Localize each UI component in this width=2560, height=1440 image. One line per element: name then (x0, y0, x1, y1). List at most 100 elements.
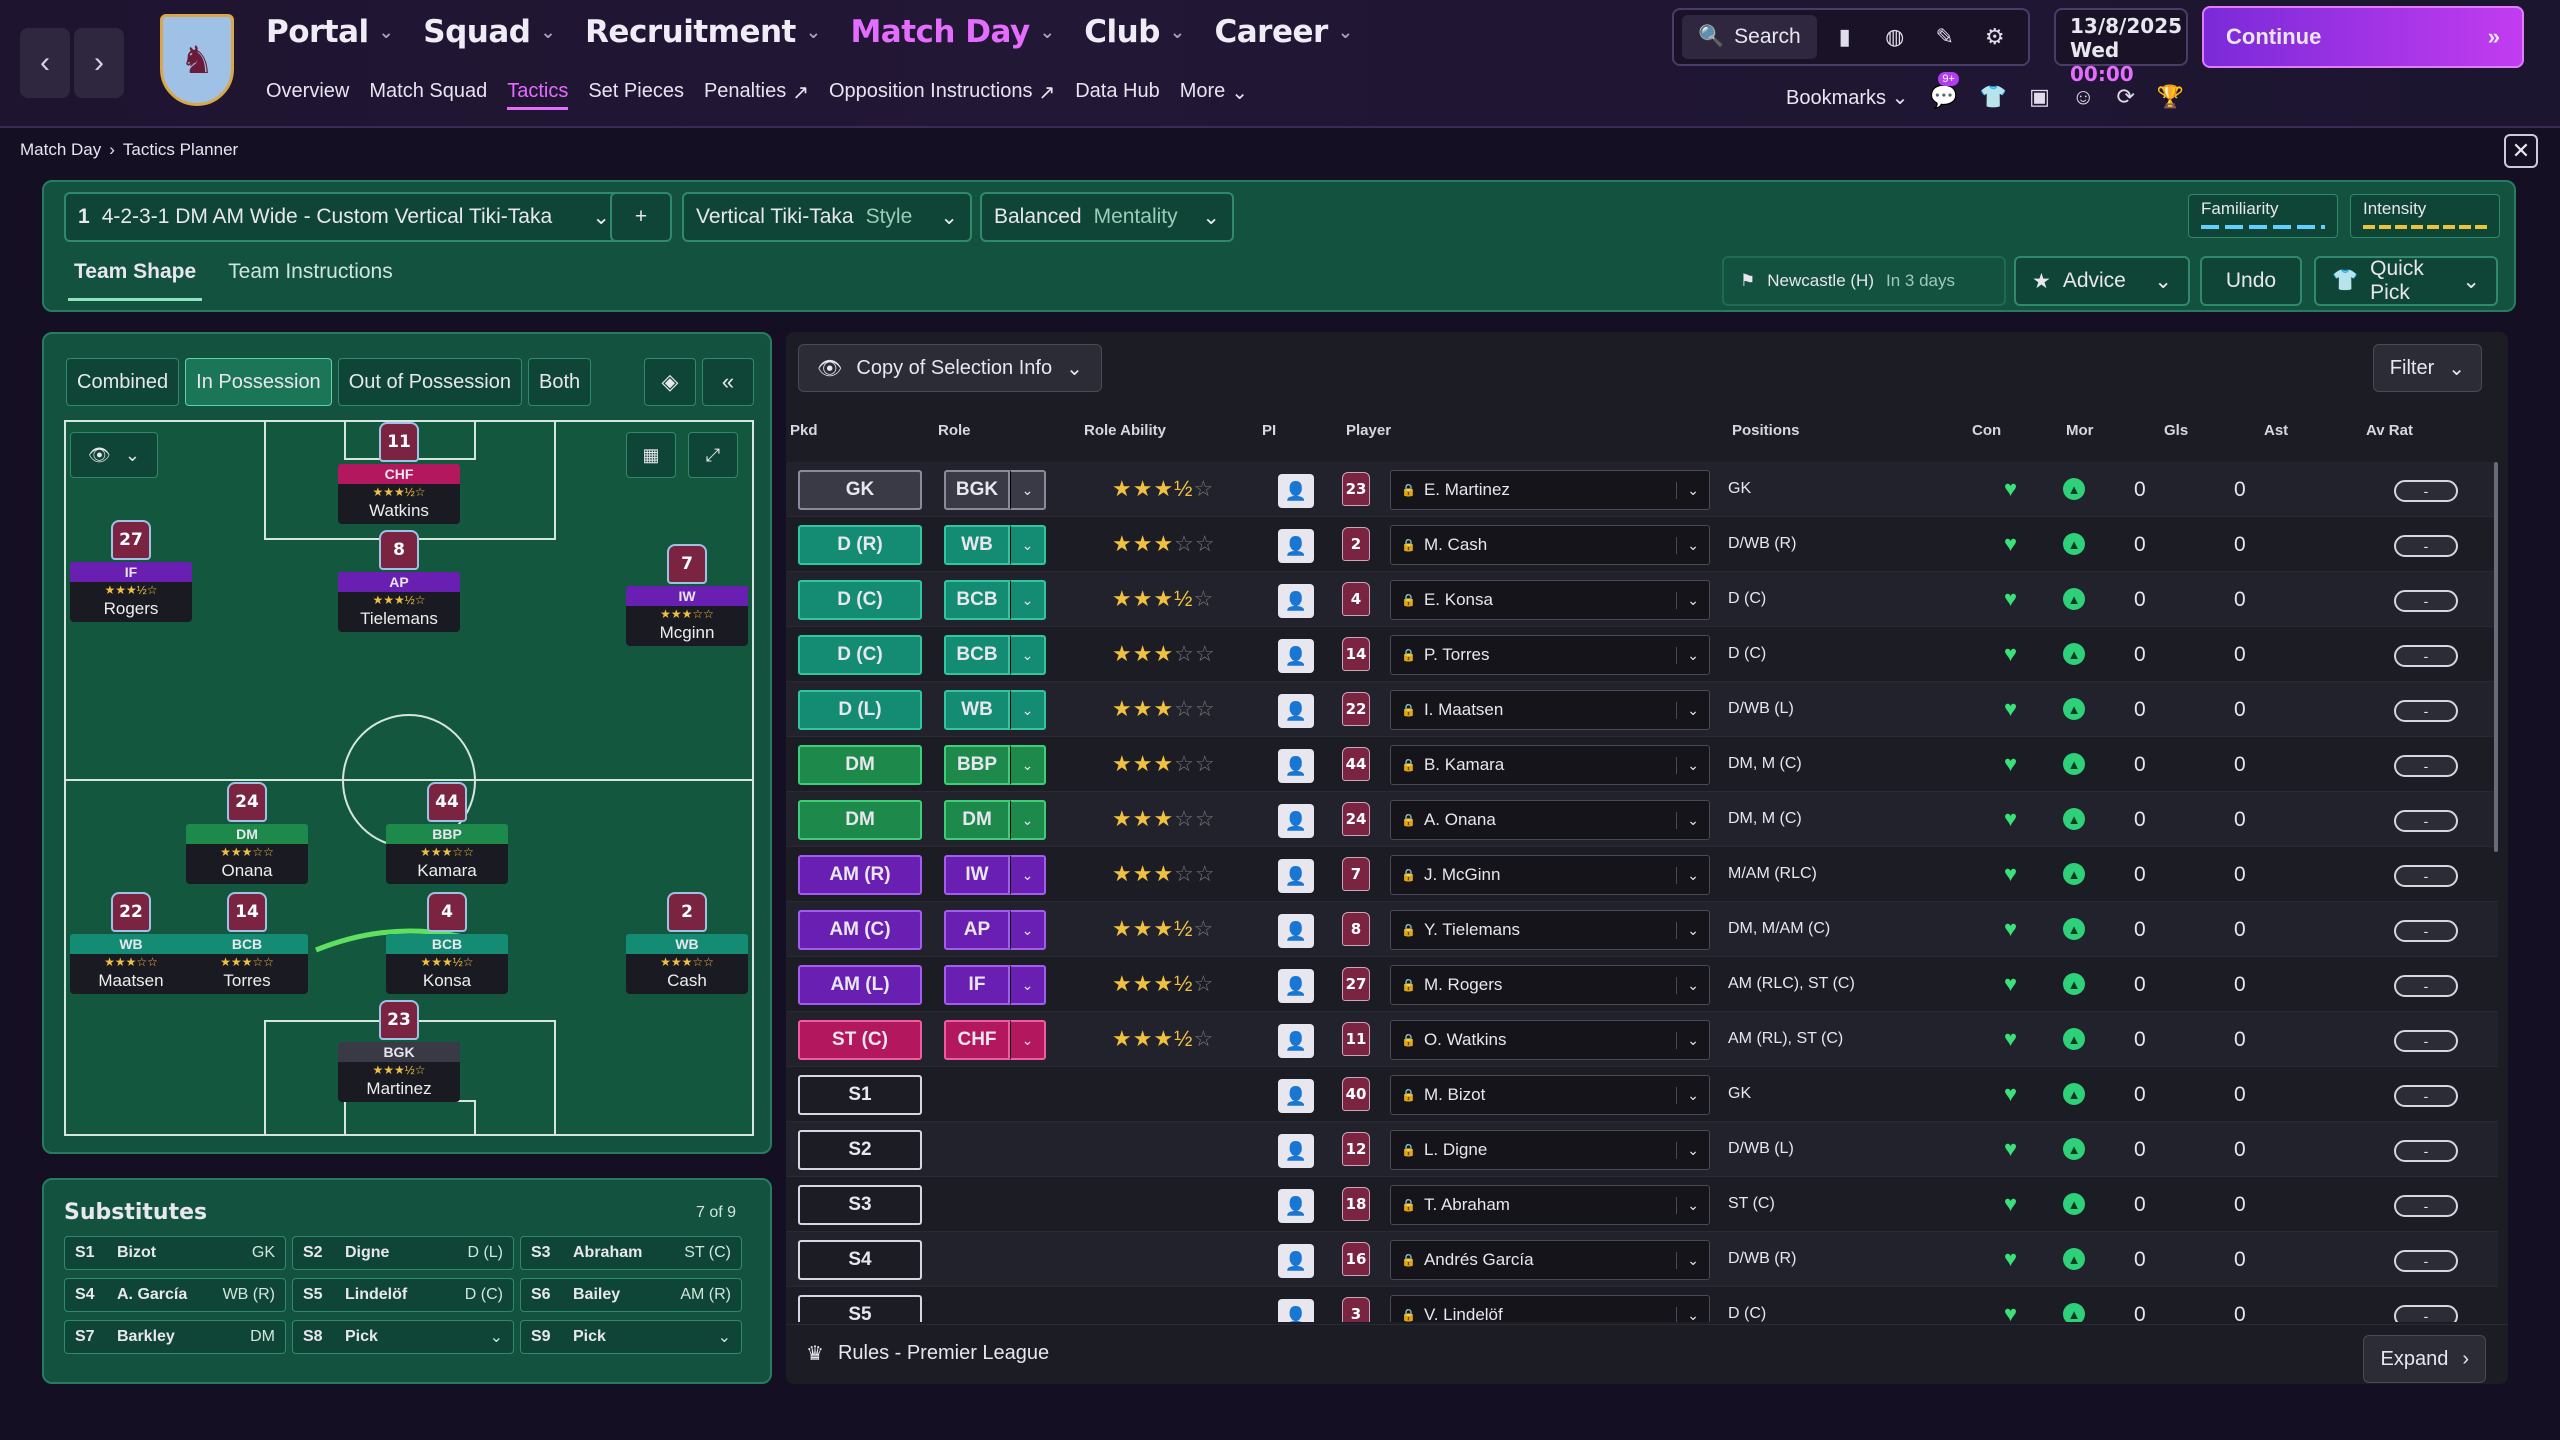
player-instructions-icon[interactable]: 👤 (1278, 639, 1314, 673)
shirt-icon[interactable]: 👕 (1980, 84, 2007, 110)
player-instructions-icon[interactable]: 👤 (1278, 529, 1314, 563)
player-card[interactable]: 27 IF ★★★½☆ Rogers (70, 520, 192, 622)
player-select[interactable]: 🔒 O. Watkins ⌄ (1390, 1020, 1710, 1060)
table-row[interactable]: D (C) BCB ⌄ ★★★☆☆ 👤 14 🔒 P. Torres ⌄ D (C) ♥ ▲ 0 0- (786, 627, 2498, 682)
main-nav-portal[interactable]: Portal ⌄ (266, 14, 394, 50)
player-instructions-icon[interactable]: 👤 (1278, 694, 1314, 728)
role-select[interactable]: IW ⌄ (944, 855, 1046, 895)
player-select[interactable]: 🔒 M. Rogers ⌄ (1390, 965, 1710, 1005)
view-tab-out-of-possession[interactable]: Out of Possession (337, 358, 522, 406)
picked-position[interactable]: DM (798, 800, 922, 840)
player-card[interactable]: 4 BCB ★★★½☆ Konsa (386, 892, 508, 994)
sub-nav-tactics[interactable]: Tactics (507, 80, 569, 110)
continue-button[interactable]: Continue » (2202, 6, 2524, 68)
sub-slot-s4[interactable]: S4 A. García WB (R) (64, 1278, 286, 1312)
expand-button[interactable]: Expand › (2363, 1335, 2486, 1383)
formation-select[interactable]: 1 4-2-3-1 DM AM Wide - Custom Vertical T… (64, 192, 624, 242)
player-instructions-icon[interactable]: 👤 (1278, 1079, 1314, 1113)
table-row[interactable]: AM (R) IW ⌄ ★★★☆☆ 👤 7 🔒 J. McGinn ⌄ M/AM (RLC) ♥ ▲ 0… (786, 847, 2498, 902)
table-row[interactable]: GK BGK ⌄ ★★★½☆ 👤 23 🔒 E. Martinez ⌄ GK ♥ ▲ 0 0- (786, 462, 2498, 517)
player-instructions-icon[interactable]: 👤 (1278, 474, 1314, 508)
header-pkd[interactable]: Pkd (790, 422, 818, 439)
header-av-rat[interactable]: Av Rat (2366, 422, 2413, 439)
view-tab-combined[interactable]: Combined (66, 358, 180, 406)
header-role-ability[interactable]: Role Ability (1084, 422, 1166, 439)
familiarity-meter[interactable]: Familiarity (2188, 194, 2338, 238)
picked-position[interactable]: S1 (798, 1075, 922, 1115)
picked-position[interactable]: ST (C) (798, 1020, 922, 1060)
quick-pick-button[interactable]: 👕 Quick Pick ⌄ (2314, 256, 2498, 306)
player-select[interactable]: 🔒 Andrés García ⌄ (1390, 1240, 1710, 1280)
main-nav-squad[interactable]: Squad ⌄ (423, 14, 555, 50)
advice-button[interactable]: ★ Advice ⌄ (2014, 256, 2190, 306)
role-select[interactable]: AP ⌄ (944, 910, 1046, 950)
club-crest-logo[interactable]: ♞ (160, 14, 234, 106)
picked-position[interactable]: S5 (798, 1295, 922, 1322)
mentality-select[interactable]: Balanced Mentality ⌄ (980, 192, 1234, 242)
role-select[interactable]: BGK ⌄ (944, 470, 1046, 510)
tab-team-shape[interactable]: Team Shape (68, 260, 203, 301)
picked-position[interactable]: DM (798, 745, 922, 785)
picked-position[interactable]: AM (C) (798, 910, 922, 950)
chat-icon[interactable]: 💬 9+ (1930, 72, 1959, 110)
player-card[interactable]: 44 BBP ★★★☆☆ Kamara (386, 782, 508, 884)
forward-button[interactable]: › (74, 28, 124, 98)
player-select[interactable]: 🔒 M. Cash ⌄ (1390, 525, 1710, 565)
player-card[interactable]: 23 BGK ★★★½☆ Martinez (338, 1000, 460, 1102)
picked-position[interactable]: AM (L) (798, 965, 922, 1005)
header-player[interactable]: Player (1346, 422, 1391, 439)
trophy-icon[interactable]: 🏆 (2157, 84, 2184, 110)
player-card[interactable]: 24 DM ★★★☆☆ Onana (186, 782, 308, 884)
table-row[interactable]: S4 👤 16 🔒 Andrés García ⌄ D/WB (R) ♥ ▲ 0 0 - (786, 1232, 2498, 1287)
table-row[interactable]: DM BBP ⌄ ★★★☆☆ 👤 44 🔒 B. Kamara ⌄ DM, M (C) ♥ ▲ 0 0- (786, 737, 2498, 792)
role-select[interactable]: BBP ⌄ (944, 745, 1046, 785)
table-row[interactable]: AM (C) AP ⌄ ★★★½☆ 👤 8 🔒 Y. Tielemans ⌄ DM, M/AM (… (786, 902, 2498, 957)
picked-position[interactable]: S3 (798, 1185, 922, 1225)
player-select[interactable]: 🔒 J. McGinn ⌄ (1390, 855, 1710, 895)
role-select[interactable]: BCB ⌄ (944, 580, 1046, 620)
sub-slot-s7[interactable]: S7 Barkley DM (64, 1320, 286, 1354)
player-card[interactable]: 8 AP ★★★½☆ Tielemans (338, 530, 460, 632)
player-select[interactable]: 🔒 I. Maatsen ⌄ (1390, 690, 1710, 730)
header-pi[interactable]: PI (1262, 422, 1276, 439)
sub-nav-overview[interactable]: Overview (266, 80, 349, 110)
style-select[interactable]: Vertical Tiki-Taka Style ⌄ (682, 192, 972, 242)
sub-slot-s1[interactable]: S1 Bizot GK (64, 1236, 286, 1270)
role-select[interactable]: WB ⌄ (944, 525, 1046, 565)
player-instructions-icon[interactable]: 👤 (1278, 1299, 1314, 1322)
player-instructions-icon[interactable]: 👤 (1278, 914, 1314, 948)
table-row[interactable]: S2 👤 12 🔒 L. Digne ⌄ D/WB (L) ♥ ▲ 0 0 - (786, 1122, 2498, 1177)
sub-nav-more[interactable]: More (1180, 80, 1226, 110)
header-ast[interactable]: Ast (2264, 422, 2288, 439)
add-tactic-button[interactable]: + (610, 192, 672, 242)
sub-slot-s5[interactable]: S5 Lindelöf D (C) (292, 1278, 514, 1312)
back-button[interactable]: ‹ (20, 28, 70, 98)
edit-icon[interactable]: ✎ (1923, 15, 1967, 59)
table-row[interactable]: AM (L) IF ⌄ ★★★½☆ 👤 27 🔒 M. Rogers ⌄ AM (RLC), ST… (786, 957, 2498, 1012)
table-row[interactable]: D (C) BCB ⌄ ★★★½☆ 👤 4 🔒 E. Konsa ⌄ D (C) ♥ ▲ 0 0- (786, 572, 2498, 627)
undo-button[interactable]: Undo (2200, 256, 2302, 306)
staff-icon[interactable]: ☺ (2072, 84, 2094, 110)
player-card[interactable]: 7 IW ★★★☆☆ Mcginn (626, 544, 748, 646)
player-instructions-icon[interactable]: 👤 (1278, 1189, 1314, 1223)
picked-position[interactable]: AM (R) (798, 855, 922, 895)
sub-slot-s8[interactable]: S8 Pick ⌄ (292, 1320, 514, 1354)
settings-icon[interactable]: ⚙ (1973, 15, 2017, 59)
table-row[interactable]: S3 👤 18 🔒 T. Abraham ⌄ ST (C) ♥ ▲ 0 0 - (786, 1177, 2498, 1232)
table-row[interactable]: S5 👤 3 🔒 V. Lindelöf ⌄ D (C) ♥ ▲ 0 0 - (786, 1287, 2498, 1322)
player-select[interactable]: 🔒 E. Martinez ⌄ (1390, 470, 1710, 510)
diamond-icon[interactable]: ◈ (644, 358, 696, 406)
clipboard-icon[interactable]: ▣ (2029, 84, 2050, 110)
picked-position[interactable]: D (C) (798, 635, 922, 675)
header-role[interactable]: Role (938, 422, 971, 439)
header-mor[interactable]: Mor (2066, 422, 2094, 439)
picked-position[interactable]: S4 (798, 1240, 922, 1280)
sub-nav-penalties[interactable]: Penalties (704, 80, 786, 110)
player-instructions-icon[interactable]: 👤 (1278, 804, 1314, 838)
player-select[interactable]: 🔒 M. Bizot ⌄ (1390, 1075, 1710, 1115)
sub-slot-s6[interactable]: S6 Bailey AM (R) (520, 1278, 742, 1312)
sub-slot-s2[interactable]: S2 Digne D (L) (292, 1236, 514, 1270)
header-gls[interactable]: Gls (2164, 422, 2188, 439)
table-row[interactable]: D (R) WB ⌄ ★★★☆☆ 👤 2 🔒 M. Cash ⌄ D/WB (R) ♥ ▲ 0 0- (786, 517, 2498, 572)
player-instructions-icon[interactable]: 👤 (1278, 584, 1314, 618)
